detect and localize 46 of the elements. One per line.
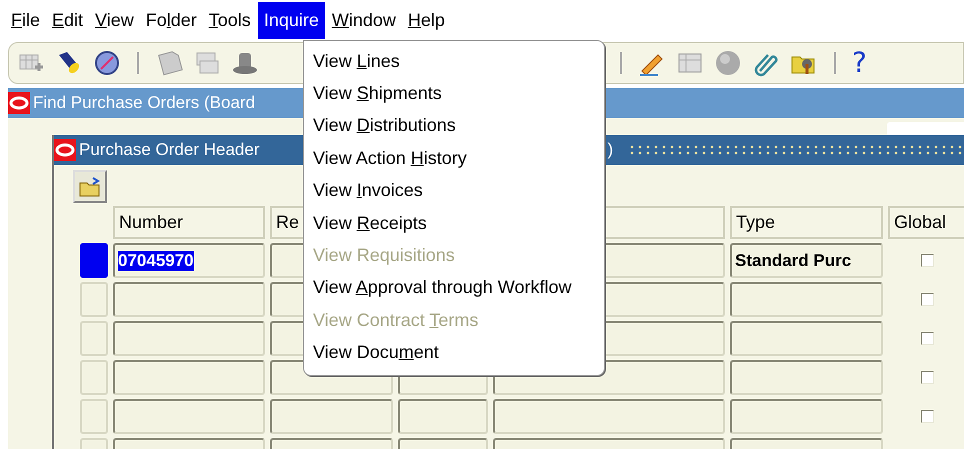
menu-item[interactable]: View Lines (304, 45, 604, 78)
column-header: Global (888, 206, 964, 239)
help-icon[interactable]: ? (852, 49, 867, 77)
menu-item[interactable]: Edit (47, 2, 88, 38)
save-icon[interactable] (155, 49, 183, 77)
table-cell[interactable] (730, 399, 883, 434)
menu-item[interactable]: Folder (140, 2, 202, 38)
checkbox[interactable] (921, 293, 934, 306)
menu-item[interactable]: Tools (204, 2, 256, 38)
window-title: Purchase Order Header (79, 140, 260, 160)
table-cell[interactable] (113, 360, 265, 395)
checkbox[interactable] (921, 410, 934, 423)
table-cell[interactable]: 07045970 (113, 243, 265, 278)
table-cell[interactable] (113, 399, 265, 434)
checkbox[interactable] (921, 332, 934, 345)
menu-item[interactable]: File (6, 2, 46, 38)
table-cell[interactable] (493, 399, 725, 434)
column-header: Number (113, 206, 265, 239)
menu-item[interactable]: View Shipments (304, 77, 604, 110)
table-cell[interactable] (398, 399, 488, 434)
input-field[interactable] (887, 122, 964, 135)
table-cell[interactable] (113, 321, 265, 356)
open-folder-button[interactable] (73, 170, 107, 203)
globe-icon[interactable] (714, 49, 742, 77)
menu-item[interactable]: View (90, 2, 139, 38)
column-header: Type (730, 206, 883, 239)
menu-item[interactable]: View Approval through Workflow (304, 272, 604, 304)
menu-item[interactable]: Help (402, 2, 450, 38)
window-title: ) (607, 140, 614, 160)
table-cell[interactable] (730, 321, 883, 356)
menu-item[interactable]: View Invoices (304, 174, 604, 207)
compass-icon[interactable] (93, 49, 121, 77)
menu-item[interactable]: Window (326, 2, 401, 38)
menu-item[interactable]: View Document (304, 336, 604, 369)
table-cell[interactable] (730, 360, 883, 395)
checkbox[interactable] (921, 254, 934, 267)
window-title: Find Purchase Orders (Board (33, 93, 256, 113)
table-cell[interactable] (730, 282, 883, 317)
menu-item[interactable]: View Action History (304, 142, 604, 175)
checkbox[interactable] (921, 371, 934, 384)
menu-item[interactable]: View Distributions (304, 110, 604, 142)
table-cell[interactable] (113, 282, 265, 317)
table-cell[interactable]: Standard Purc (730, 243, 883, 278)
menu-item[interactable]: Inquire (258, 2, 325, 38)
table-cell[interactable] (270, 399, 393, 434)
folder-icon (79, 176, 101, 196)
